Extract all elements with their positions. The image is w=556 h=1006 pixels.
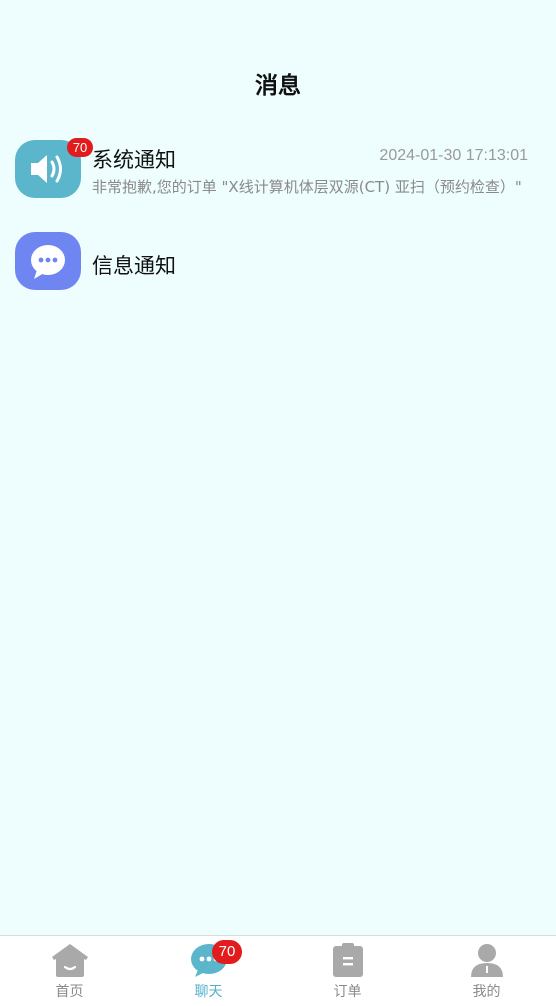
tab-home[interactable]: 首页 <box>0 936 139 1006</box>
tab-orders[interactable]: 订单 <box>278 936 417 1006</box>
message-item-info-notification[interactable]: 信息通知 <box>0 232 556 312</box>
message-title: 信息通知 <box>92 254 176 278</box>
chat-unread-badge: 70 <box>212 940 242 964</box>
unread-badge: 70 <box>67 138 93 157</box>
order-icon <box>332 943 363 977</box>
tab-label: 首页 <box>55 984 84 1000</box>
message-item-system-notification[interactable]: 70 系统通知 2024-01-30 17:13:01 非常抱歉,您的订单 "X… <box>0 138 556 220</box>
message-preview: 非常抱歉,您的订单 "X线计算机体层双源(CT) 亚扫（预约检查）" <box>92 178 522 196</box>
tab-chat[interactable]: 70 聊天 <box>139 936 278 1006</box>
tab-label: 聊天 <box>194 984 223 1000</box>
page-title: 消息 <box>255 73 301 99</box>
home-icon <box>51 944 88 977</box>
chat-bubble-icon <box>15 232 81 290</box>
message-time: 2024-01-30 17:13:01 <box>379 147 528 164</box>
tab-profile[interactable]: 我的 <box>417 936 556 1006</box>
bottom-tab-bar: 首页 70 聊天 订单 我的 <box>0 935 556 1006</box>
tab-label: 订单 <box>333 984 362 1000</box>
message-title: 系统通知 <box>92 148 176 172</box>
profile-icon <box>470 944 503 977</box>
tab-label: 我的 <box>472 984 501 1000</box>
